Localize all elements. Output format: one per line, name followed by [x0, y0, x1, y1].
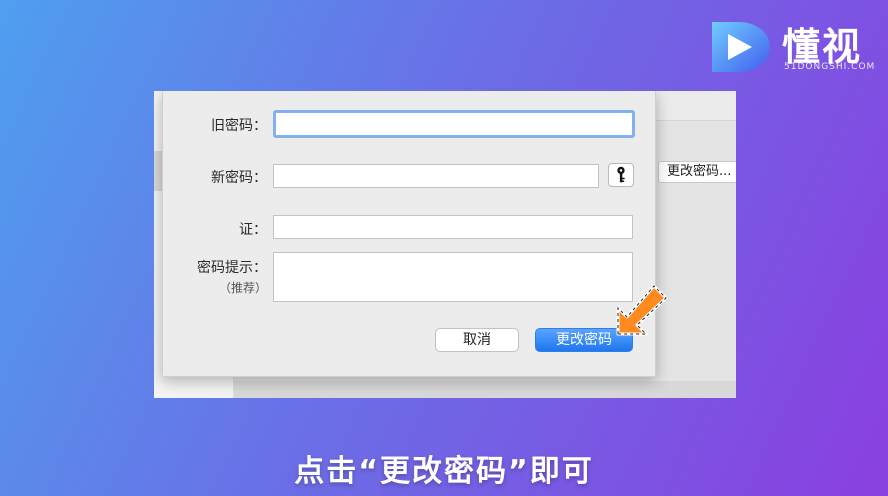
- settings-screenshot: 更改密码... 旧密码： 新密码： 证： 密码提示： （推荐） 取消 更改密码: [154, 91, 736, 398]
- verify-label: 证：: [239, 222, 267, 238]
- play-d-logo-icon: [712, 22, 770, 72]
- old-password-label: 旧密码：: [211, 118, 267, 134]
- change-password-dialog: 旧密码： 新密码： 证： 密码提示： （推荐） 取消 更改密码: [162, 91, 656, 377]
- verify-input[interactable]: [274, 216, 632, 239]
- old-password-input[interactable]: [276, 113, 632, 136]
- brand-domain: 51DONGSHI.COM: [784, 62, 876, 72]
- new-password-label: 新密码：: [211, 170, 267, 186]
- background-footer: [234, 381, 736, 398]
- password-hint-input[interactable]: [274, 253, 632, 301]
- verify-field[interactable]: [273, 215, 633, 239]
- cancel-button[interactable]: 取消: [435, 328, 519, 352]
- new-password-field[interactable]: [273, 164, 599, 188]
- old-password-field[interactable]: [273, 110, 635, 138]
- instruction-caption: 点击“更改密码”即可: [294, 454, 594, 489]
- brand-logo: 懂视 51DONGSHI.COM: [708, 14, 880, 78]
- password-hint-field[interactable]: [273, 252, 633, 302]
- key-icon: [617, 166, 625, 183]
- password-hint-sublabel: （推荐）: [218, 281, 267, 295]
- new-password-input[interactable]: [274, 165, 598, 188]
- password-hint-label: 密码提示：: [197, 260, 267, 276]
- pointer-arrow-icon: [616, 284, 668, 336]
- password-assistant-button[interactable]: [608, 163, 634, 187]
- background-change-password-button[interactable]: 更改密码...: [658, 161, 736, 183]
